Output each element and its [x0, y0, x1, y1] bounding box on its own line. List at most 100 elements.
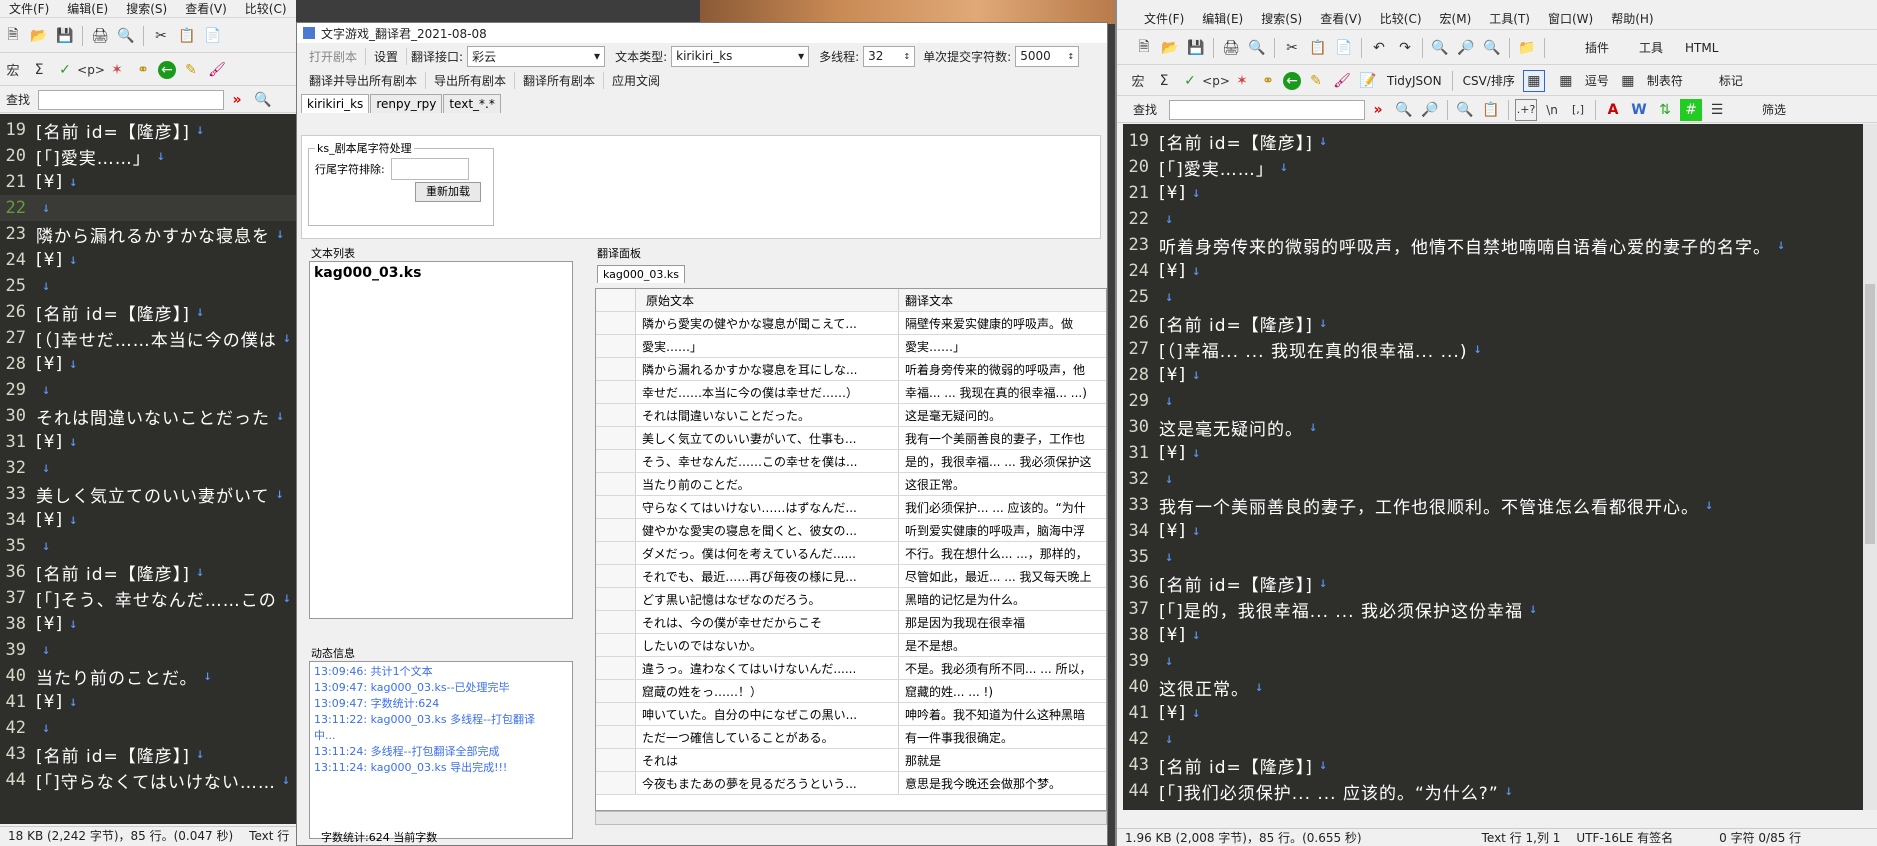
apply-text-button[interactable]: 应用文阅 — [604, 72, 668, 89]
editor-line[interactable]: 29 ↓ — [0, 377, 296, 403]
tab-renpy[interactable]: renpy_rpy — [370, 94, 443, 113]
table-row[interactable]: ただ一つ確信していることがある。 有一件事我很确定。 — [596, 726, 1106, 749]
link-icon[interactable]: ⚭ — [1257, 70, 1279, 92]
tab-text[interactable]: text_*.* — [443, 94, 501, 113]
source-cell[interactable]: 隣から愛実の健やかな寝息が聞こえて... — [636, 312, 899, 334]
editor-line[interactable]: 35 ↓ — [0, 533, 296, 559]
link-icon[interactable]: ⚭ — [132, 59, 154, 81]
menu-item[interactable]: 宏(M) — [1431, 10, 1481, 27]
panel-tab[interactable]: kag000_03.ks — [597, 265, 685, 283]
row-header[interactable] — [596, 726, 636, 748]
col-translation-header[interactable]: 翻译文本 — [899, 289, 1106, 311]
textlist[interactable]: kag000_03.ks — [309, 261, 573, 619]
source-cell[interactable]: 愛実……」 — [636, 335, 899, 357]
source-cell[interactable]: したいのではないか。 — [636, 634, 899, 656]
source-cell[interactable]: そう、幸せなんだ……この幸せを僕は... — [636, 450, 899, 472]
paste-icon[interactable]: 📄 — [202, 25, 224, 47]
table-row[interactable]: そう、幸せなんだ……この幸せを僕は... 是的，我很幸福... ... 我必须保护… — [596, 450, 1106, 473]
match-case-icon[interactable]: A — [1602, 99, 1624, 121]
editor-line[interactable]: 39 ↓ — [1123, 648, 1863, 674]
list-icon[interactable]: ☰ — [1706, 99, 1728, 121]
check-icon[interactable]: ✓ — [54, 59, 76, 81]
tab-grid-icon[interactable]: ▦ — [1617, 70, 1639, 92]
table-row[interactable]: 幸せだ……本当に今の僕は幸せだ……） 幸福... ... 我现在真的很幸福... … — [596, 381, 1106, 404]
redo-icon[interactable]: ↷ — [1394, 37, 1416, 59]
regex-help-icon[interactable]: .+? — [1515, 98, 1538, 121]
source-cell[interactable]: 健やかな愛実の寝息を聞くと、彼女の... — [636, 519, 899, 541]
row-header[interactable] — [596, 703, 636, 725]
row-header[interactable] — [596, 588, 636, 610]
menu-item[interactable]: 窗口(W) — [1539, 10, 1602, 27]
source-cell[interactable]: それは — [636, 749, 899, 771]
green-arrow-icon[interactable]: ← — [1283, 71, 1301, 90]
editor-line[interactable]: 20 [「]愛実……」 ↓ — [0, 143, 296, 169]
table-row[interactable]: 隣から愛実の健やかな寝息が聞こえて... 隔壁传来爱实健康的呼吸声。做 — [596, 312, 1106, 335]
translation-cell[interactable]: 意思是我今晚还会做那个梦。 — [899, 772, 1106, 794]
find-input[interactable] — [38, 89, 225, 110]
find-icon[interactable]: 🔍 — [252, 89, 274, 111]
right-editor-text[interactable]: 19 [名前 id=【隆彦】] ↓ 20 [「]愛実……」 ↓ 21 [¥] ↓ 22 ↓ 23 听着身… — [1123, 124, 1863, 810]
csv-sort-button[interactable]: CSV/排序 — [1457, 72, 1521, 89]
json-icon[interactable]: 📝 — [1357, 70, 1379, 92]
export-all-button[interactable]: 导出所有剧本 — [426, 71, 516, 89]
editor-line[interactable]: 33 我有一个美丽善良的妻子，工作也很顺利。不管谁怎么看都很开心。 ↓ — [1123, 492, 1863, 518]
editor-line[interactable]: 36 [名前 id=【隆彦】] ↓ — [0, 559, 296, 585]
editor-line[interactable]: 25 ↓ — [0, 273, 296, 299]
highlight-icon[interactable]: ✎ — [1305, 70, 1327, 92]
table-row[interactable]: 守らなくてはいけない……はずなんだ... 我们必须保护... ... 应该的。“为… — [596, 496, 1106, 519]
bracket-icon[interactable]: [,] — [1567, 99, 1589, 121]
html-label[interactable]: HTML — [1679, 41, 1724, 55]
row-header[interactable] — [596, 565, 636, 587]
translation-cell[interactable]: 是不是想。 — [899, 634, 1106, 656]
save-icon[interactable]: 💾 — [54, 25, 76, 47]
open-script-button[interactable]: 打开剧本 — [301, 47, 367, 65]
row-header[interactable] — [596, 749, 636, 771]
editor-line[interactable]: 42 ↓ — [1123, 726, 1863, 752]
row-header[interactable] — [596, 542, 636, 564]
editor-line[interactable]: 38 [¥] ↓ — [0, 611, 296, 637]
mark-button[interactable]: 标记 — [1713, 72, 1749, 89]
editor-line[interactable]: 24 [¥] ↓ — [0, 247, 296, 273]
translation-cell[interactable]: 尽管如此，最近... ... 我又每天晚上 — [899, 565, 1106, 587]
editor-line[interactable]: 41 [¥] ↓ — [1123, 700, 1863, 726]
check-icon[interactable]: ✓ — [1179, 70, 1201, 92]
find-icon[interactable]: 🔍 — [1429, 37, 1451, 59]
editor-line[interactable]: 32 ↓ — [1123, 466, 1863, 492]
menu-item[interactable]: 查看(V) — [1311, 10, 1371, 27]
row-header[interactable] — [596, 381, 636, 403]
type-select[interactable]: kirikiri_ks ▾ — [671, 45, 810, 67]
menu-item[interactable]: 搜索(S) — [117, 0, 176, 17]
tree-icon[interactable]: ✶ — [106, 59, 128, 81]
source-cell[interactable]: それは、今の僕が幸せだからこそ — [636, 611, 899, 633]
translation-cell[interactable]: 听到爱实健康的呼吸声，脑海中浮 — [899, 519, 1106, 541]
editor-line[interactable]: 34 [¥] ↓ — [0, 507, 296, 533]
source-cell[interactable]: 美しく気立てのいい妻がいて、仕事も... — [636, 427, 899, 449]
comma-grid-icon[interactable]: ▦ — [1555, 70, 1577, 92]
spinner-icon[interactable]: ↕ — [1068, 52, 1075, 61]
settings-button[interactable]: 设置 — [366, 47, 408, 65]
source-cell[interactable]: 幸せだ……本当に今の僕は幸せだ……） — [636, 381, 899, 403]
print-preview-icon[interactable]: 🔍 — [1246, 37, 1268, 59]
source-cell[interactable]: それでも、最近……再び毎夜の様に見... — [636, 565, 899, 587]
table-row[interactable]: 愛実……」 愛実……」 — [596, 335, 1106, 358]
row-header[interactable] — [596, 496, 636, 518]
row-header[interactable] — [596, 680, 636, 702]
editor-line[interactable]: 24 [¥] ↓ — [1123, 258, 1863, 284]
table-row[interactable]: それは、今の僕が幸せだからこそ 那是因为我现在很幸福 — [596, 611, 1106, 634]
editor-line[interactable]: 40 当たり前のことだ。 ↓ — [0, 663, 296, 689]
chars-spinner[interactable]: 5000 ↕ — [1015, 45, 1080, 67]
brush-icon[interactable]: 🖌 — [1331, 70, 1353, 92]
source-cell[interactable]: ただ一つ確信していることがある。 — [636, 726, 899, 748]
editor-line[interactable]: 38 [¥] ↓ — [1123, 622, 1863, 648]
find-next-icon[interactable]: 🔎 — [1455, 37, 1477, 59]
open-folder-icon[interactable]: 📂 — [28, 25, 50, 47]
copy-icon[interactable]: 📋 — [176, 25, 198, 47]
brush-icon[interactable]: 🖌 — [206, 59, 228, 81]
macro-icon[interactable]: 宏 — [2, 59, 24, 81]
row-header[interactable] — [596, 335, 636, 357]
menu-item[interactable]: 比较(C) — [236, 0, 296, 17]
menu-item[interactable]: 文件(F) — [0, 0, 58, 17]
source-cell[interactable]: 守らなくてはいけない……はずなんだ... — [636, 496, 899, 518]
editor-line[interactable]: 44 [「]守らなくてはいけない…… ↓ — [0, 767, 296, 793]
find-next-icon[interactable]: » — [226, 89, 248, 111]
